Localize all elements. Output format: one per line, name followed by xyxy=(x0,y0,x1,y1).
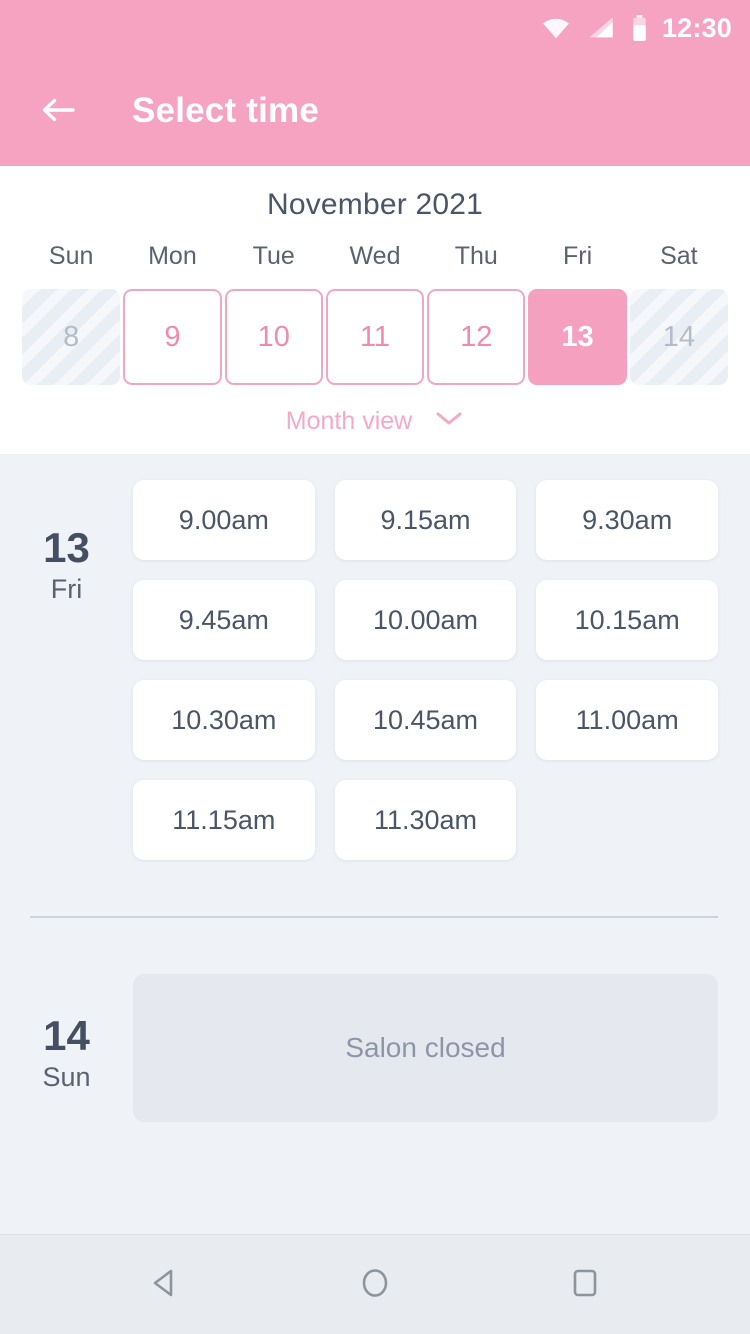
weekday-header: Fri xyxy=(562,242,593,270)
month-title: November 2021 xyxy=(266,188,484,221)
day-weekday: Sun xyxy=(42,1062,91,1093)
weekday-header: Sat xyxy=(660,242,698,270)
nav-back-button[interactable] xyxy=(120,1240,210,1330)
time-slot[interactable]: 11.00am xyxy=(536,680,718,760)
schedule-divider xyxy=(30,916,718,918)
day-cell-12[interactable]: 12 xyxy=(427,289,526,385)
nav-home-button[interactable] xyxy=(330,1240,420,1330)
time-slot[interactable]: 10.45am xyxy=(334,680,517,760)
schedule-day-14: 14 Sun Salon closed xyxy=(0,974,750,1122)
time-slot[interactable]: 10.30am xyxy=(133,680,315,760)
day-cell-13[interactable]: 13 xyxy=(528,289,627,385)
day-cell-10[interactable]: 10 xyxy=(224,289,323,385)
page-title: Select time xyxy=(132,91,320,130)
day-cell-14: 14 xyxy=(629,289,728,385)
weekday-header: Thu xyxy=(454,242,498,270)
nav-back-icon xyxy=(146,1264,184,1305)
schedule-day-13: 13 Fri 9.00am 9.15am 9.30am 9.45am 10.00… xyxy=(0,480,750,860)
app-bar: Select time xyxy=(0,56,750,166)
time-slot[interactable]: 9.00am xyxy=(133,480,315,560)
time-slot[interactable]: 9.30am xyxy=(536,480,718,560)
weekday-header: Wed xyxy=(349,242,401,270)
salon-closed-banner: Salon closed xyxy=(133,974,718,1122)
back-button[interactable] xyxy=(34,85,86,137)
weekday-header-row: Sun Mon Tue Wed Thu Fri Sat xyxy=(0,242,750,289)
time-slot[interactable]: 11.15am xyxy=(133,780,315,860)
wifi-icon xyxy=(541,16,571,40)
nav-recents-icon xyxy=(566,1264,604,1305)
status-icon-group xyxy=(541,14,648,42)
day-cell-row: 8 9 10 11 12 13 14 xyxy=(0,289,750,385)
month-view-toggle[interactable]: Month view xyxy=(0,385,750,436)
time-slot[interactable]: 9.45am xyxy=(133,580,315,660)
day-number: 14 xyxy=(43,1012,90,1059)
signal-icon xyxy=(587,16,615,40)
day-weekday: Fri xyxy=(50,574,83,605)
nav-recents-button[interactable] xyxy=(540,1240,630,1330)
android-nav-bar xyxy=(0,1234,750,1334)
day-cell-9[interactable]: 9 xyxy=(123,289,222,385)
day-label-13: 13 Fri xyxy=(0,480,133,605)
battery-icon xyxy=(631,14,648,42)
back-arrow-icon xyxy=(40,94,80,129)
time-slot[interactable]: 11.30am xyxy=(334,780,517,860)
day-cell-11[interactable]: 11 xyxy=(325,289,425,385)
day-cell-8: 8 xyxy=(22,289,121,385)
weekday-header: Mon xyxy=(148,242,197,270)
app-root: 12:30 Select time November 2021 Sun Mon … xyxy=(0,0,750,1334)
weekday-header: Sun xyxy=(48,242,94,270)
schedule-list: 13 Fri 9.00am 9.15am 9.30am 9.45am 10.00… xyxy=(0,454,750,1234)
month-view-label: Month view xyxy=(285,407,413,435)
status-clock: 12:30 xyxy=(661,12,732,43)
weekday-header: Tue xyxy=(252,242,295,270)
time-slot[interactable]: 10.00am xyxy=(334,580,517,660)
nav-home-icon xyxy=(356,1264,394,1305)
time-slot-grid: 9.00am 9.15am 9.30am 9.45am 10.00am 10.1… xyxy=(133,480,718,860)
day-label-14: 14 Sun xyxy=(0,974,133,1093)
day-number: 13 xyxy=(43,524,90,571)
time-slot[interactable]: 10.15am xyxy=(536,580,718,660)
calendar-card: November 2021 Sun Mon Tue Wed Thu Fri Sa… xyxy=(0,166,750,454)
time-slot[interactable]: 9.15am xyxy=(334,480,517,560)
status-bar: 12:30 xyxy=(0,0,750,56)
chevron-down-icon xyxy=(434,410,464,433)
